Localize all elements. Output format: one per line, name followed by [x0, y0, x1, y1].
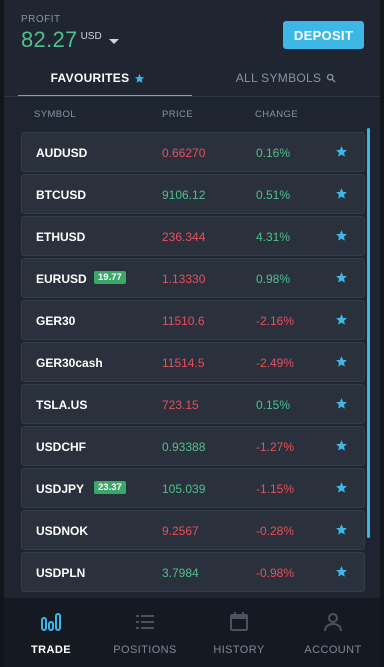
symbol-price: 11514.5: [162, 356, 205, 370]
symbol-change: -0.98%: [256, 566, 295, 580]
nav-account[interactable]: ACCOUNT: [286, 598, 380, 667]
symbol-price: 0.66270: [162, 146, 206, 160]
symbol-row[interactable]: USDPLN 3.7984 -0.98%: [21, 552, 365, 592]
symbol-name: USDCHF: [36, 440, 86, 454]
leverage-badge: 23.37: [94, 481, 126, 494]
symbol-change: 0.51%: [256, 188, 291, 202]
tab-favourites[interactable]: FAVOURITES: [4, 60, 192, 97]
symbol-row[interactable]: USDNOK 9.2567 -0.28%: [21, 510, 365, 550]
header-divider: [4, 96, 380, 97]
symbol-name: TSLA.US: [36, 398, 88, 412]
nav-history-label: HISTORY: [213, 644, 265, 656]
column-price: PRICE: [162, 109, 194, 120]
star-icon: [134, 73, 145, 84]
profit-label: PROFIT: [21, 14, 61, 25]
star-icon[interactable]: [335, 355, 348, 371]
star-icon[interactable]: [335, 439, 348, 455]
symbol-price: 723.15: [162, 398, 199, 412]
symbol-name: USDNOK: [36, 524, 89, 538]
symbol-name: ETHUSD: [36, 230, 86, 244]
symbol-change: 0.15%: [256, 398, 291, 412]
user-icon: [322, 612, 344, 635]
symbol-name: AUDUSD: [36, 146, 88, 160]
star-icon[interactable]: [335, 565, 348, 581]
nav-account-label: ACCOUNT: [304, 644, 362, 656]
symbol-price: 1.13330: [162, 272, 206, 286]
symbol-price: 9.2567: [162, 524, 199, 538]
column-symbol: SYMBOL: [34, 109, 76, 120]
symbol-change: -1.15%: [256, 482, 295, 496]
profit-selector[interactable]: 82.27 USD: [21, 27, 119, 53]
symbol-row[interactable]: TSLA.US 723.15 0.15%: [21, 384, 365, 424]
symbol-name: USDJPY: [36, 482, 85, 496]
symbol-row[interactable]: EURUSD 19.77 1.13330 0.98%: [21, 258, 365, 298]
list-scrollbar[interactable]: [367, 128, 370, 538]
nav-history[interactable]: HISTORY: [192, 598, 286, 667]
symbol-row[interactable]: GER30cash 11514.5 -2.49%: [21, 342, 365, 382]
chevron-down-icon[interactable]: [108, 39, 119, 44]
tab-favourites-label: FAVOURITES: [50, 71, 130, 85]
symbol-name: USDPLN: [36, 566, 86, 580]
symbol-price: 0.93388: [162, 440, 206, 454]
star-icon[interactable]: [335, 229, 348, 245]
star-icon[interactable]: [335, 271, 348, 287]
symbol-row[interactable]: USDCHF 0.93388 -1.27%: [21, 426, 365, 466]
symbol-price: 11510.6: [162, 314, 205, 328]
symbol-change: 0.16%: [256, 146, 291, 160]
symbol-row[interactable]: AUDUSD 0.66270 0.16%: [21, 132, 365, 172]
nav-positions-label: POSITIONS: [113, 644, 177, 656]
symbol-change: -2.16%: [256, 314, 295, 328]
symbol-price: 3.7984: [162, 566, 199, 580]
star-icon[interactable]: [335, 481, 348, 497]
symbol-name: BTCUSD: [36, 188, 86, 202]
star-icon[interactable]: [335, 523, 348, 539]
symbol-name: EURUSD: [36, 272, 87, 286]
symbol-change: -1.27%: [256, 440, 295, 454]
symbol-change: -0.28%: [256, 524, 295, 538]
symbol-row[interactable]: ETHUSD 236.344 4.31%: [21, 216, 365, 256]
leverage-badge: 19.77: [94, 271, 126, 284]
symbol-row[interactable]: USDJPY 23.37 105.039 -1.15%: [21, 468, 365, 508]
nav-positions[interactable]: POSITIONS: [98, 598, 192, 667]
star-icon[interactable]: [335, 187, 348, 203]
header: PROFIT 82.27 USD DEPOSIT FAVOURITES ALL …: [4, 0, 380, 97]
symbol-name: GER30cash: [36, 356, 103, 370]
star-icon[interactable]: [335, 397, 348, 413]
symbol-price: 105.039: [162, 482, 206, 496]
nav-trade[interactable]: TRADE: [4, 598, 98, 667]
bottom-nav: TRADE POSITIONS HISTORY ACCOUNT: [4, 598, 380, 667]
tab-all-symbols[interactable]: ALL SYMBOLS: [192, 60, 380, 96]
deposit-button[interactable]: DEPOSIT: [283, 21, 364, 49]
symbol-list: AUDUSD 0.66270 0.16% BTCUSD 9106.12 0.51% ETHU…: [21, 132, 365, 594]
symbol-change: 4.31%: [256, 230, 291, 244]
column-change: CHANGE: [255, 109, 299, 120]
symbol-price: 236.344: [162, 230, 206, 244]
nav-trade-label: TRADE: [31, 644, 71, 656]
symbol-row[interactable]: GER30 11510.6 -2.16%: [21, 300, 365, 340]
symbol-price: 9106.12: [162, 188, 206, 202]
symbol-name: GER30: [36, 314, 76, 328]
calendar-icon: [228, 612, 250, 635]
search-icon: [326, 73, 336, 83]
symbol-row[interactable]: BTCUSD 9106.12 0.51%: [21, 174, 365, 214]
symbol-tabs: FAVOURITES ALL SYMBOLS: [4, 60, 380, 97]
symbol-change: -2.49%: [256, 356, 295, 370]
star-icon[interactable]: [335, 313, 348, 329]
symbol-change: 0.98%: [256, 272, 291, 286]
star-icon[interactable]: [335, 145, 348, 161]
profit-value: 82.27: [21, 27, 78, 52]
column-headers: SYMBOL PRICE CHANGE: [4, 100, 380, 128]
list-icon: [134, 612, 156, 635]
tab-all-symbols-label: ALL SYMBOLS: [235, 71, 322, 85]
chart-bars-icon: [40, 612, 62, 635]
profit-currency: USD: [80, 31, 102, 42]
